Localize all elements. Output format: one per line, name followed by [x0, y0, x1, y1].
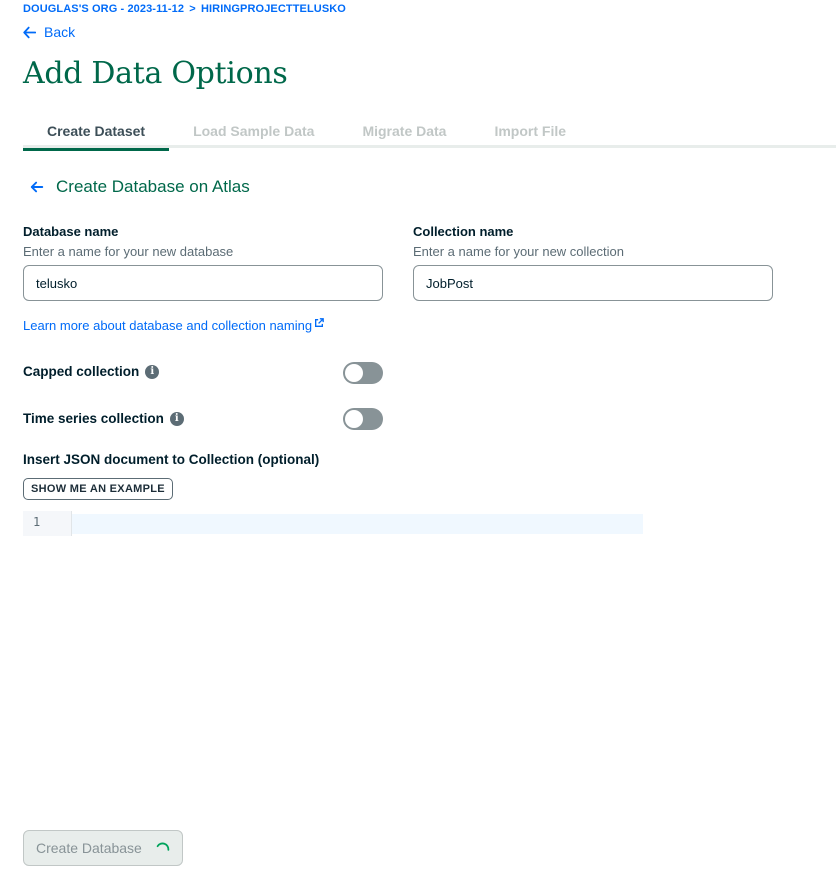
create-database-back-link[interactable]: Create Database on Atlas: [30, 177, 250, 197]
section-title: Create Database on Atlas: [56, 177, 250, 196]
page-title: Add Data Options: [23, 56, 288, 91]
time-series-text: Time series collection: [23, 411, 164, 426]
database-name-input[interactable]: [23, 265, 383, 301]
back-link[interactable]: Back: [23, 24, 75, 40]
database-name-description: Enter a name for your new database: [23, 244, 234, 259]
create-database-button[interactable]: Create Database: [23, 830, 183, 866]
capped-collection-text: Capped collection: [23, 364, 140, 379]
time-series-toggle[interactable]: [343, 408, 383, 430]
breadcrumb: DOUGLAS'S ORG - 2023-11-12 > HIRINGPROJE…: [23, 3, 346, 15]
learn-more-link[interactable]: Learn more about database and collection…: [23, 318, 324, 333]
learn-more-label: Learn more about database and collection…: [23, 318, 313, 333]
breadcrumb-project[interactable]: HIRINGPROJECTTELUSKO: [201, 3, 346, 15]
capped-collection-toggle[interactable]: [343, 362, 383, 384]
tab-bar: Create Dataset Load Sample Data Migrate …: [23, 113, 836, 151]
tab-import-file[interactable]: Import File: [470, 113, 590, 148]
editor-line[interactable]: [72, 514, 643, 534]
info-icon[interactable]: i: [145, 364, 160, 379]
tab-load-sample-data[interactable]: Load Sample Data: [169, 113, 338, 148]
database-name-label: Database name: [23, 224, 119, 239]
back-label: Back: [44, 24, 76, 40]
spinner-icon: [156, 842, 170, 851]
arrow-left-icon: [30, 181, 44, 193]
time-series-label: Time series collection i: [23, 411, 184, 426]
show-example-button[interactable]: SHOW ME AN EXAMPLE: [23, 478, 173, 500]
tab-create-dataset[interactable]: Create Dataset: [23, 113, 170, 151]
arrow-left-icon: [23, 26, 36, 38]
json-editor[interactable]: 1: [23, 511, 643, 536]
create-database-label: Create Database: [36, 840, 142, 856]
external-link-icon: [315, 318, 324, 327]
info-icon[interactable]: i: [169, 411, 184, 426]
breadcrumb-separator: >: [189, 3, 196, 15]
tab-migrate-data[interactable]: Migrate Data: [338, 113, 470, 148]
collection-name-description: Enter a name for your new collection: [413, 244, 624, 259]
line-number: 1: [23, 511, 72, 536]
capped-collection-label: Capped collection i: [23, 364, 160, 379]
collection-name-label: Collection name: [413, 224, 514, 239]
json-document-label: Insert JSON document to Collection (opti…: [23, 452, 320, 467]
collection-name-input[interactable]: [413, 265, 773, 301]
breadcrumb-org[interactable]: DOUGLAS'S ORG - 2023-11-12: [23, 3, 184, 15]
